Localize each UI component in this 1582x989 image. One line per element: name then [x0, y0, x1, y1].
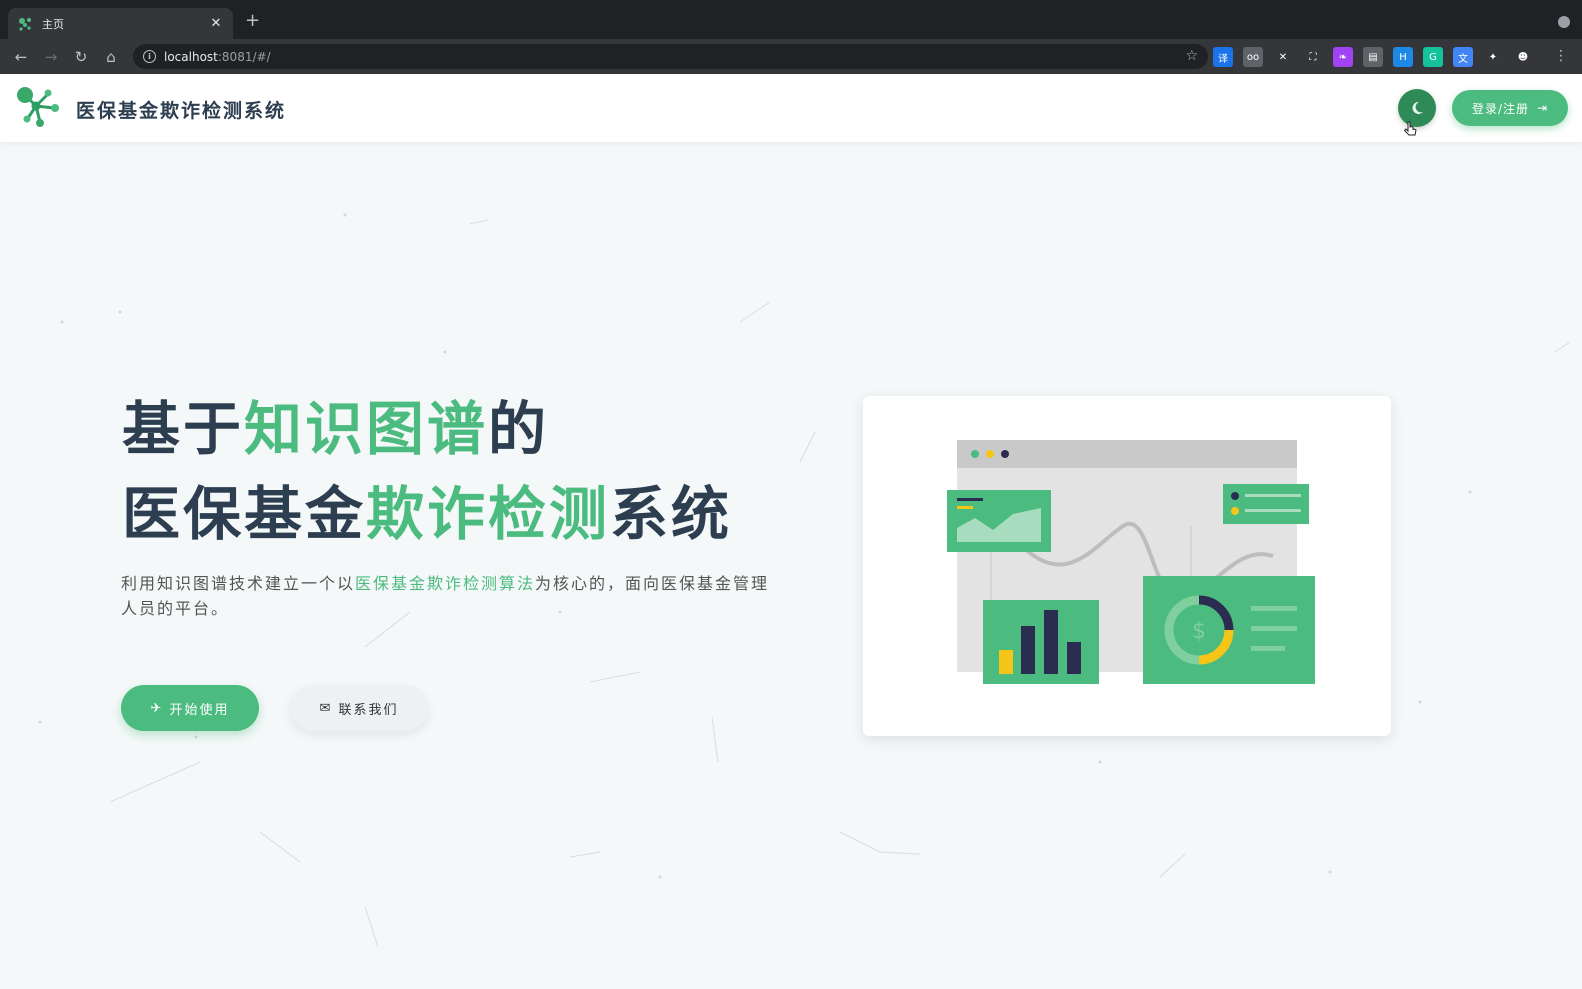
illus-dollar-text: $: [1192, 619, 1206, 644]
back-button[interactable]: ←: [6, 48, 36, 66]
moon-icon: [1412, 101, 1423, 114]
new-tab-button[interactable]: +: [245, 12, 260, 30]
tab-search-icon[interactable]: [1558, 16, 1570, 28]
hero-title-1c: 的: [488, 395, 550, 463]
browser-menu-icon[interactable]: ⋮: [1554, 48, 1568, 64]
pointer-cursor-icon: [1403, 121, 1417, 136]
login-register-button[interactable]: 登录/注册 ⇥: [1452, 90, 1568, 126]
dashboard-illustration-card: $: [863, 396, 1391, 736]
login-label: 登录/注册: [1471, 101, 1529, 116]
bracket-ext-icon[interactable]: ⛶: [1303, 47, 1323, 67]
forward-button[interactable]: →: [36, 48, 66, 66]
grammarly-ext-icon[interactable]: G: [1423, 47, 1443, 67]
browser-tab[interactable]: 主页 ✕: [8, 8, 233, 39]
hero-title-2b: 欺诈检测: [366, 480, 611, 548]
dashboard-illustration: $: [947, 440, 1315, 684]
browser-tabbar: 主页 ✕ +: [0, 0, 1582, 39]
app-header: 医保基金欺诈检测系统 登录/注册 ⇥: [0, 74, 1582, 142]
translate-ext-icon[interactable]: 译: [1213, 47, 1233, 67]
app-favicon-icon: [19, 17, 31, 31]
hero-title-2c: 系统: [610, 480, 733, 548]
sign-in-icon: ⇥: [1536, 101, 1549, 115]
app-title: 医保基金欺诈检测系统: [76, 100, 287, 122]
start-label: 开始使用: [169, 702, 230, 718]
start-button[interactable]: ✈ 开始使用: [121, 685, 259, 731]
network-logo-icon[interactable]: [14, 84, 60, 130]
hero-title-line-1: 基于知识图谱的: [122, 400, 549, 458]
hero-title-1b: 知识图谱: [244, 395, 489, 463]
envelope-icon: ✉: [319, 700, 333, 716]
tab-close-icon[interactable]: ✕: [209, 16, 223, 31]
hero-title-1a: 基于: [122, 395, 245, 463]
card-ext-icon[interactable]: ▤: [1363, 47, 1383, 67]
feather-ext-icon[interactable]: ❧: [1333, 47, 1353, 67]
h-ext-icon[interactable]: H: [1393, 47, 1413, 67]
puzzle-ext-icon[interactable]: ✦: [1483, 47, 1503, 67]
translate2-ext-icon[interactable]: 文: [1453, 47, 1473, 67]
home-button[interactable]: ⌂: [96, 48, 126, 66]
profile-ext-icon[interactable]: ☻: [1513, 47, 1533, 67]
url-host: localhost: [164, 49, 218, 64]
hero-title-2a: 医保基金: [122, 480, 367, 548]
site-info-icon[interactable]: i: [143, 50, 156, 63]
paper-plane-icon: ✈: [150, 700, 164, 716]
hero-desc-b: 医保基金欺诈检测算法: [355, 574, 536, 593]
url-path: :8081/#/: [217, 49, 271, 64]
contact-label: 联系我们: [338, 702, 399, 718]
oo-ext-icon[interactable]: oo: [1243, 47, 1263, 67]
contact-us-button[interactable]: ✉ 联系我们: [290, 685, 428, 731]
hero-description: 利用知识图谱技术建立一个以医保基金欺诈检测算法为核心的，面向医保基金管理人员的平…: [121, 571, 781, 621]
tab-title: 主页: [42, 17, 64, 31]
hero-desc-a: 利用知识图谱技术建立一个以: [121, 574, 356, 593]
extensions-row: 译 oo ✕ ⛶ ❧ ▤ H G 文 ✦ ☻: [1213, 47, 1533, 67]
hero-title-line-2: 医保基金欺诈检测系统: [122, 485, 732, 543]
bookmark-star-icon[interactable]: ☆: [1185, 48, 1198, 64]
illus-list-panel: [1223, 484, 1309, 524]
x-ext-icon[interactable]: ✕: [1273, 47, 1293, 67]
address-bar[interactable]: i localhost :8081/#/ ☆: [133, 44, 1208, 69]
browser-toolbar: ← → ↻ ⌂ i localhost :8081/#/ ☆ 译 oo ✕ ⛶ ❧ ▤ H G…: [0, 39, 1582, 74]
reload-button[interactable]: ↻: [66, 48, 96, 66]
